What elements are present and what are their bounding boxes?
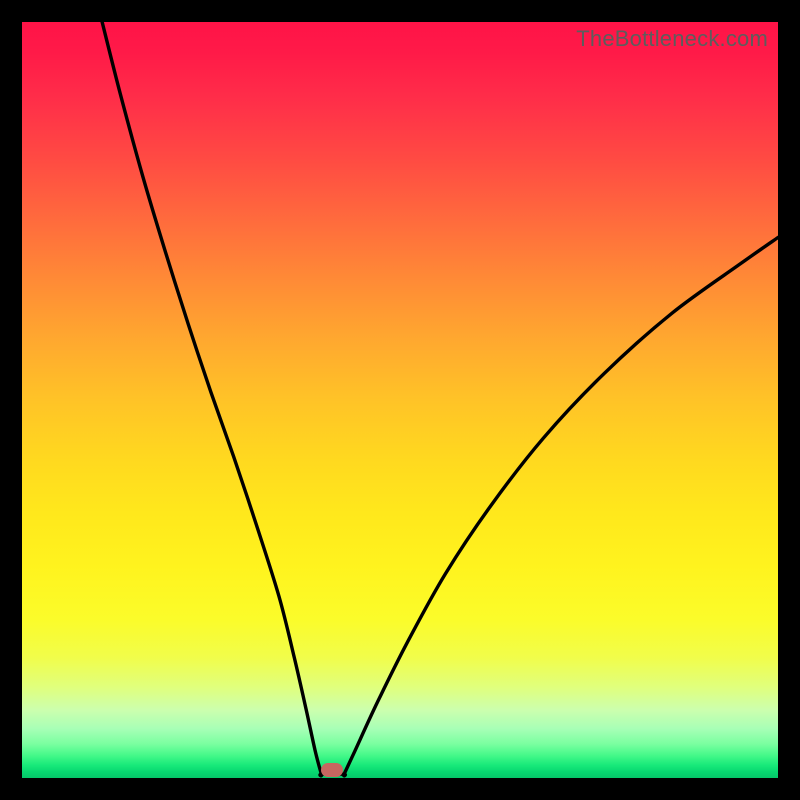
curve-path [102, 22, 778, 776]
plot-area: TheBottleneck.com [22, 22, 778, 778]
optimum-marker [321, 763, 343, 777]
bottleneck-curve [22, 22, 778, 778]
